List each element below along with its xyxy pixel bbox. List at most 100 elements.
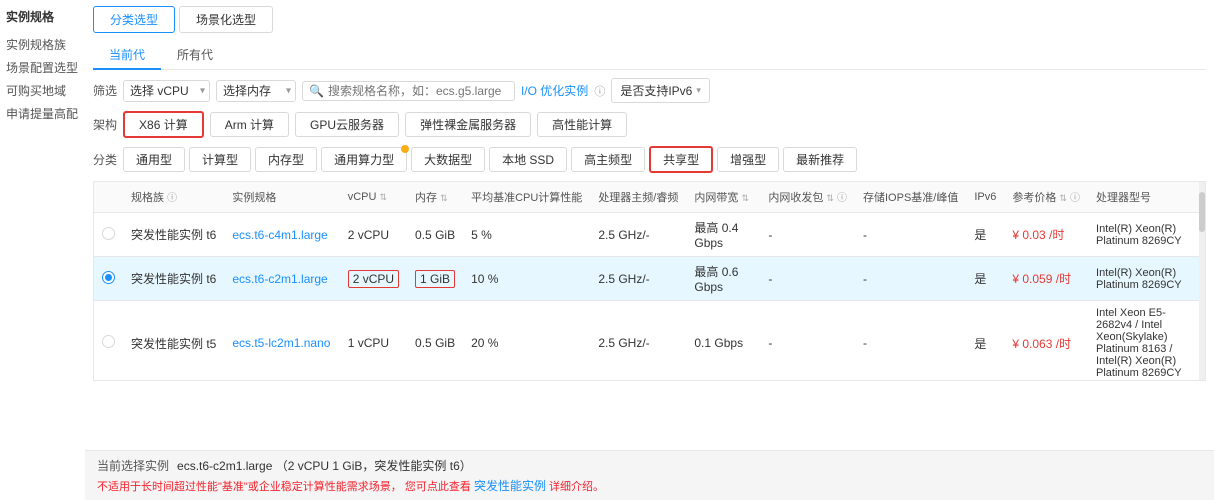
vcpu-sort-icon[interactable]: ⇅ (380, 192, 388, 202)
col-ipv6: IPv6 (966, 182, 1004, 213)
general-compute-dot (401, 145, 409, 153)
col-family: 规格族 ⓘ (123, 182, 224, 213)
search-box: 🔍 (302, 81, 515, 101)
table-row[interactable]: 突发性能实例 t6ecs.t6-c2m1.large 2 vCPU 1 GiB 10 … (94, 257, 1205, 301)
row-family-1: 突发性能实例 t6 (123, 257, 224, 301)
row-processor-1: Intel(R) Xeon(R) Platinum 8269CY (1088, 257, 1205, 301)
col-bandwidth: 内网带宽 ⇅ (686, 182, 760, 213)
col-vcpu: vCPU ⇅ (340, 182, 407, 213)
col-packets: 内网收发包 ⇅ ⓘ (760, 182, 855, 213)
sidebar-item-region[interactable]: 可购买地域 (6, 79, 79, 102)
sidebar: 实例规格 实例规格族 场景配置选型 可购买地域 申请提量高配 (0, 0, 85, 500)
col-radio (94, 182, 123, 213)
arch-btn-x86[interactable]: X86 计算 (123, 111, 204, 138)
bottom-bar-row1: 当前选择实例 ecs.t6-c2m1.large （2 vCPU 1 GiB，突… (97, 457, 1202, 474)
arch-btn-bare[interactable]: 弹性裸金属服务器 (405, 112, 531, 137)
io-filter-link[interactable]: I/O 优化实例 (521, 82, 588, 99)
row-ipv6-2: 是 (966, 301, 1004, 382)
cat-btn-localssd[interactable]: 本地 SSD (489, 147, 567, 172)
sidebar-title: 实例规格 (6, 8, 79, 25)
tab-classify[interactable]: 分类选型 (93, 6, 175, 33)
col-price: 参考价格 ⇅ ⓘ (1004, 182, 1088, 213)
col-processor: 处理器型号 (1088, 182, 1205, 213)
row-iops-2: - (855, 301, 966, 382)
ipv6-dropdown[interactable]: 是否支持IPv6 ▾ (611, 78, 710, 103)
row-packets-2: - (760, 301, 855, 382)
row-radio-1[interactable] (102, 271, 115, 284)
row-bandwidth-2: 0.1 Gbps (686, 301, 760, 382)
filter-row: 筛选 选择 vCPU 选择内存 🔍 I/O 优化实例 ⓘ 是否支持IPv6 ▾ (93, 78, 1206, 103)
row-iops-1: - (855, 257, 966, 301)
mem-sort-icon[interactable]: ⇅ (440, 193, 448, 203)
row-family-2: 突发性能实例 t5 (123, 301, 224, 382)
table-row[interactable]: 突发性能实例 t5ecs.t5-lc2m1.nano1 vCPU0.5 GiB2… (94, 301, 1205, 382)
sidebar-item-quota[interactable]: 申请提量高配 (6, 102, 79, 125)
row-vcpu-highlight-1: 2 vCPU (348, 270, 399, 288)
cat-btn-latest[interactable]: 最新推荐 (783, 147, 857, 172)
row-baseline-1: 10 % (463, 257, 590, 301)
row-mem-2: 0.5 GiB (407, 301, 463, 382)
tab-all-gen[interactable]: 所有代 (161, 41, 229, 70)
table-row[interactable]: 突发性能实例 t6ecs.t6-c4m1.large2 vCPU0.5 GiB5… (94, 213, 1205, 257)
filter-label: 筛选 (93, 82, 117, 99)
ipv6-label: 是否支持IPv6 (620, 82, 692, 99)
cat-btn-bigdata[interactable]: 大数据型 (411, 147, 485, 172)
col-iops: 存储IOPS基准/峰值 (855, 182, 966, 213)
row-mem-highlight-1: 1 GiB (415, 270, 455, 288)
arch-btn-gpu[interactable]: GPU云服务器 (295, 112, 399, 137)
row-family-0: 突发性能实例 t6 (123, 213, 224, 257)
arch-btn-hpc[interactable]: 高性能计算 (537, 112, 627, 137)
row-iops-0: - (855, 213, 966, 257)
row-freq-0: 2.5 GHz/- (590, 213, 686, 257)
row-mem-0: 0.5 GiB (407, 213, 463, 257)
cat-btn-highfreq[interactable]: 高主频型 (571, 147, 645, 172)
warning-link[interactable]: 突发性能实例 (474, 479, 546, 493)
row-radio-0[interactable] (102, 227, 115, 240)
packets-info-icon: ⓘ (837, 193, 847, 204)
row-vcpu-1: 2 vCPU (340, 257, 407, 301)
row-packets-0: - (760, 213, 855, 257)
arch-btn-arm[interactable]: Arm 计算 (210, 112, 289, 137)
row-baseline-2: 20 % (463, 301, 590, 382)
instance-table-wrap: 规格族 ⓘ 实例规格 vCPU ⇅ 内存 ⇅ 平均基准C (93, 181, 1206, 381)
warning-text: 不适用于长时间超过性能"基准"或企业稳定计算性能需求场景， (97, 481, 402, 493)
price-sort-icon[interactable]: ⇅ (1059, 193, 1067, 203)
cat-btn-memory[interactable]: 内存型 (255, 147, 317, 172)
mem-select[interactable]: 选择内存 (216, 80, 296, 102)
cat-btn-shared[interactable]: 共享型 (649, 146, 713, 173)
sidebar-item-family[interactable]: 实例规格族 (6, 33, 79, 56)
row-spec-0: ecs.t6-c4m1.large (224, 213, 339, 257)
table-scrollbar[interactable] (1199, 182, 1205, 380)
row-freq-2: 2.5 GHz/- (590, 301, 686, 382)
arch-row: 架构 X86 计算 Arm 计算 GPU云服务器 弹性裸金属服务器 高性能计算 (93, 111, 1206, 138)
col-baseline: 平均基准CPU计算性能 (463, 182, 590, 213)
sidebar-item-scene[interactable]: 场景配置选型 (6, 56, 79, 79)
table-header-row: 规格族 ⓘ 实例规格 vCPU ⇅ 内存 ⇅ 平均基准C (94, 182, 1205, 213)
cat-btn-general[interactable]: 通用型 (123, 147, 185, 172)
packets-sort-icon[interactable]: ⇅ (826, 193, 834, 203)
row-price-0: ¥ 0.03 /时 (1004, 213, 1088, 257)
bottom-bar: 当前选择实例 ecs.t6-c2m1.large （2 vCPU 1 GiB，突… (85, 450, 1214, 500)
row-price-1: ¥ 0.059 /时 (1004, 257, 1088, 301)
io-info-icon: ⓘ (594, 83, 605, 99)
arch-label: 架构 (93, 116, 117, 133)
bandwidth-sort-icon[interactable]: ⇅ (741, 193, 749, 203)
bottom-bar-warning: 不适用于长时间超过性能"基准"或企业稳定计算性能需求场景， 您可点此查看 突发性… (97, 477, 1202, 494)
row-vcpu-2: 1 vCPU (340, 301, 407, 382)
row-spec-2: ecs.t5-lc2m1.nano (224, 301, 339, 382)
scrollbar-thumb[interactable] (1199, 192, 1205, 232)
cat-btn-enhanced[interactable]: 增强型 (717, 147, 779, 172)
general-compute-label: 通用算力型 (334, 153, 394, 167)
vcpu-select-wrap: 选择 vCPU (123, 80, 210, 102)
vcpu-select[interactable]: 选择 vCPU (123, 80, 210, 102)
cat-btn-general-compute[interactable]: 通用算力型 (321, 147, 407, 172)
tab-scenario[interactable]: 场景化选型 (179, 6, 273, 33)
warning-prefix2: 您可点此查看 (405, 481, 474, 493)
search-input[interactable] (328, 84, 508, 98)
row-radio-2[interactable] (102, 335, 115, 348)
row-spec-1: ecs.t6-c2m1.large (224, 257, 339, 301)
cat-btn-compute[interactable]: 计算型 (189, 147, 251, 172)
tab-current-gen[interactable]: 当前代 (93, 41, 161, 70)
row-packets-1: - (760, 257, 855, 301)
row-price-2: ¥ 0.063 /时 (1004, 301, 1088, 382)
